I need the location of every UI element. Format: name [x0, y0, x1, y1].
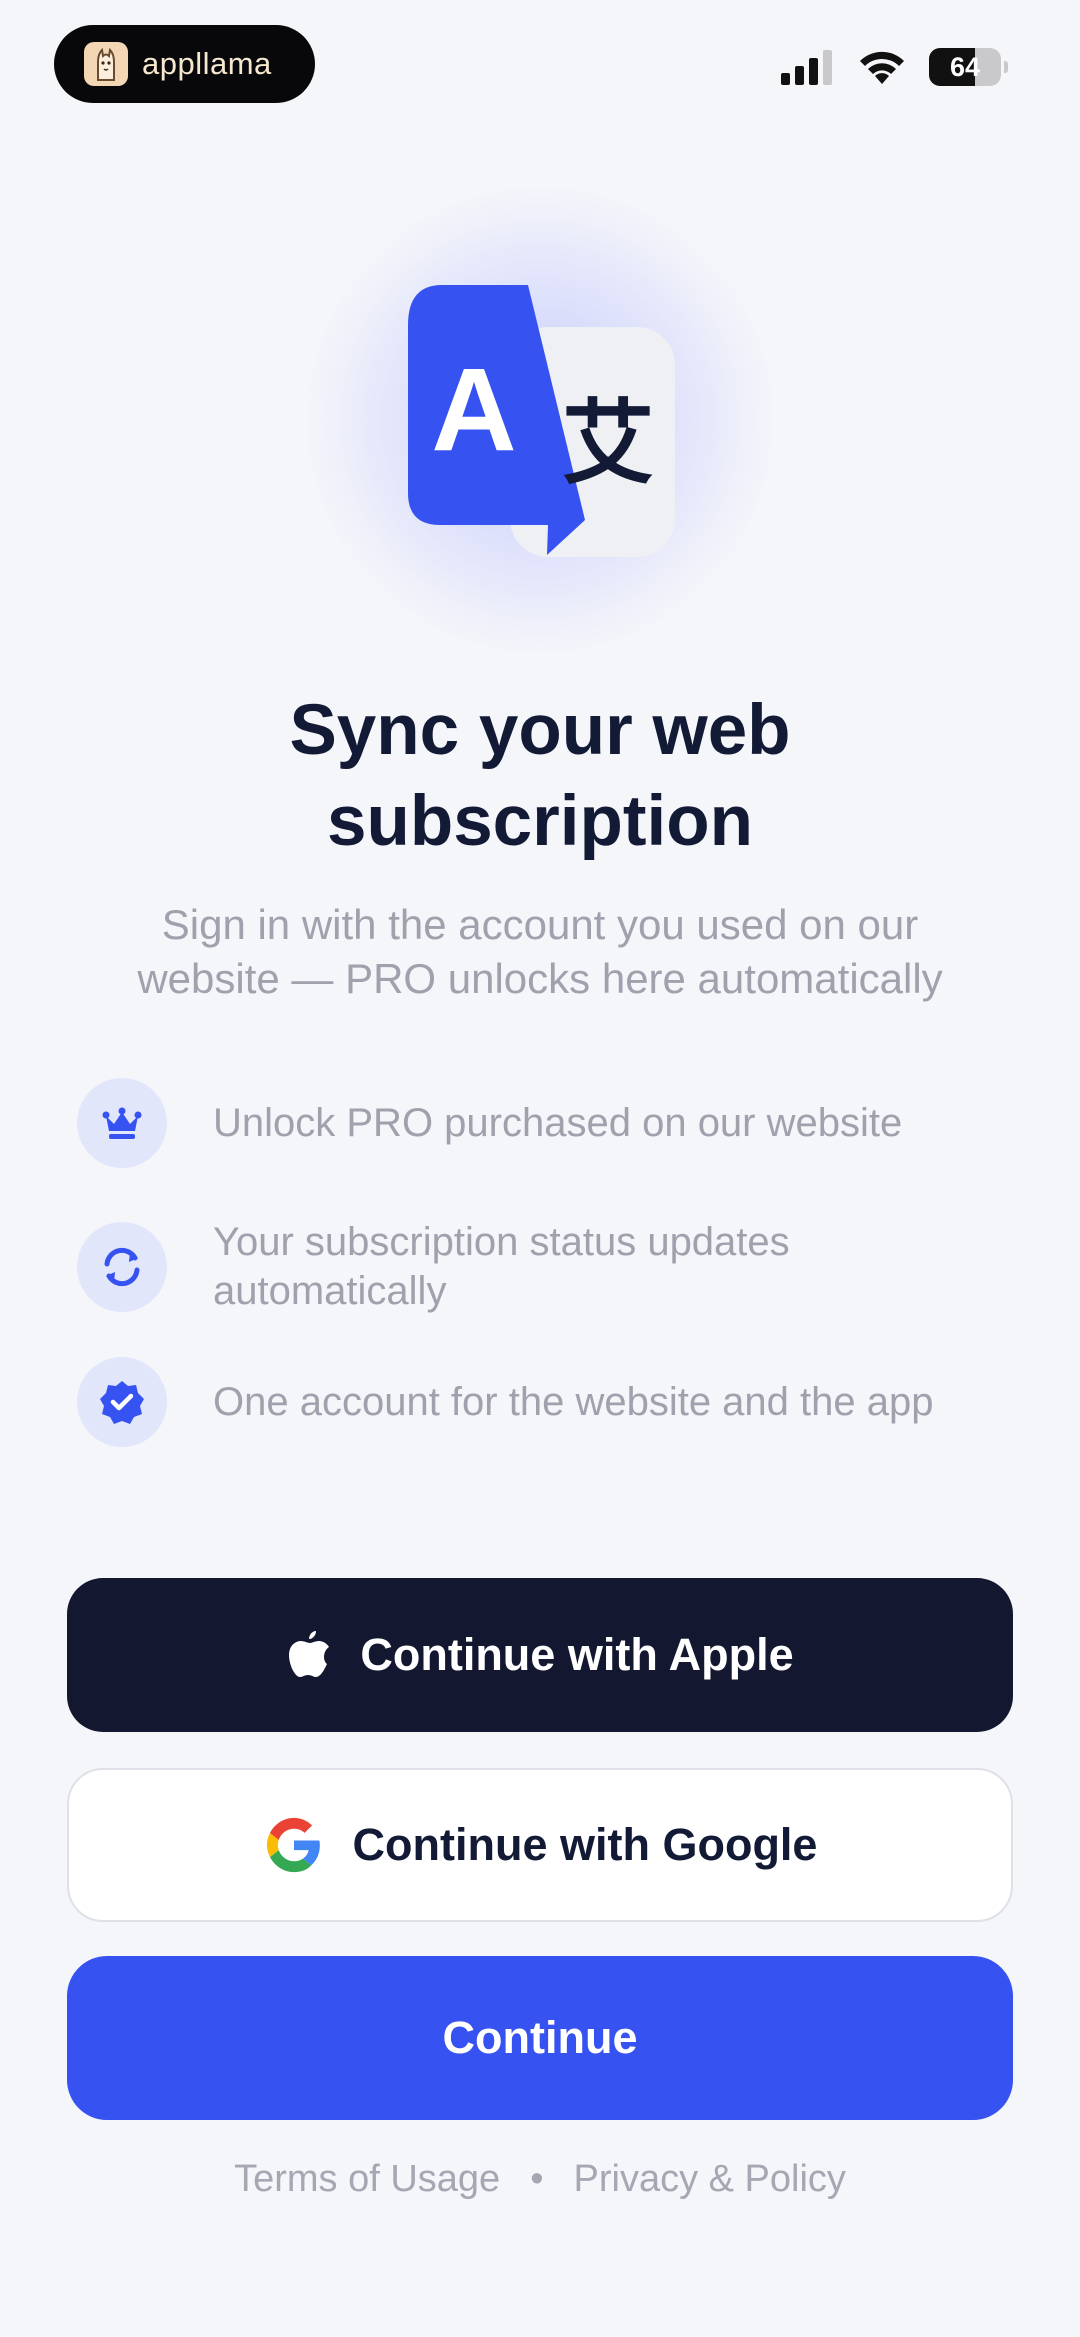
- feature-item-unlock-pro: Unlock PRO purchased on our website: [77, 1078, 1017, 1168]
- feature-text-line-2: automatically: [213, 1269, 447, 1313]
- footer-separator: •: [530, 2158, 544, 2200]
- wifi-icon: [860, 51, 904, 84]
- continue-with-apple-label: Continue with Apple: [360, 1629, 794, 1680]
- cjk-glyph: 艾: [562, 390, 654, 497]
- continue-with-google-button[interactable]: Continue with Google: [67, 1768, 1013, 1922]
- feature-item-one-account: One account for the website and the app: [77, 1357, 1017, 1447]
- google-icon: [263, 1814, 325, 1876]
- battery-nub: [1004, 61, 1008, 73]
- footer-links: Terms of Usage • Privacy & Policy: [0, 2158, 1080, 2201]
- title-line-1: Sync your web: [289, 691, 791, 770]
- feature-text: Unlock PRO purchased on our website: [213, 1100, 903, 1145]
- continue-with-google-label: Continue with Google: [352, 1819, 818, 1870]
- sync-subscription-screen: appllama 64 A 艾 Sync your web subscripti…: [0, 0, 1080, 2337]
- status-bar: appllama 64: [0, 0, 1080, 130]
- brand-name: appllama: [142, 46, 272, 81]
- subtitle-line-1: Sign in with the account you used on our: [161, 901, 919, 948]
- translate-icon: A 艾: [400, 285, 680, 560]
- feature-item-status-updates: Your subscription status updates automat…: [77, 1218, 1017, 1316]
- status-icons: 64: [781, 48, 1008, 86]
- page-title: Sync your web subscription: [0, 685, 1080, 867]
- latin-glyph: A: [431, 344, 516, 476]
- continue-button[interactable]: Continue: [67, 1956, 1013, 2120]
- title-line-2: subscription: [326, 782, 754, 861]
- privacy-policy-link[interactable]: Privacy & Policy: [574, 2158, 846, 2201]
- continue-label: Continue: [442, 2012, 638, 2063]
- feature-text: Your subscription status updates automat…: [213, 1218, 790, 1316]
- continue-with-apple-button[interactable]: Continue with Apple: [67, 1578, 1013, 1732]
- apple-icon: [286, 1628, 332, 1682]
- signal-icon: [781, 50, 832, 85]
- battery-level: 64: [949, 51, 981, 82]
- page-subtitle: Sign in with the account you used on our…: [90, 898, 990, 1006]
- sync-icon: [77, 1222, 167, 1312]
- crown-icon: [77, 1078, 167, 1168]
- battery-icon: 64: [929, 48, 1001, 86]
- feature-text-line-1: Your subscription status updates: [213, 1220, 790, 1264]
- terms-of-usage-link[interactable]: Terms of Usage: [234, 2158, 500, 2201]
- subtitle-line-2: website — PRO unlocks here automatically: [137, 955, 943, 1002]
- feature-text: One account for the website and the app: [213, 1379, 934, 1424]
- verified-badge-icon: [77, 1357, 167, 1447]
- llama-logo-icon: [84, 42, 128, 86]
- brand-pill: appllama: [54, 25, 315, 103]
